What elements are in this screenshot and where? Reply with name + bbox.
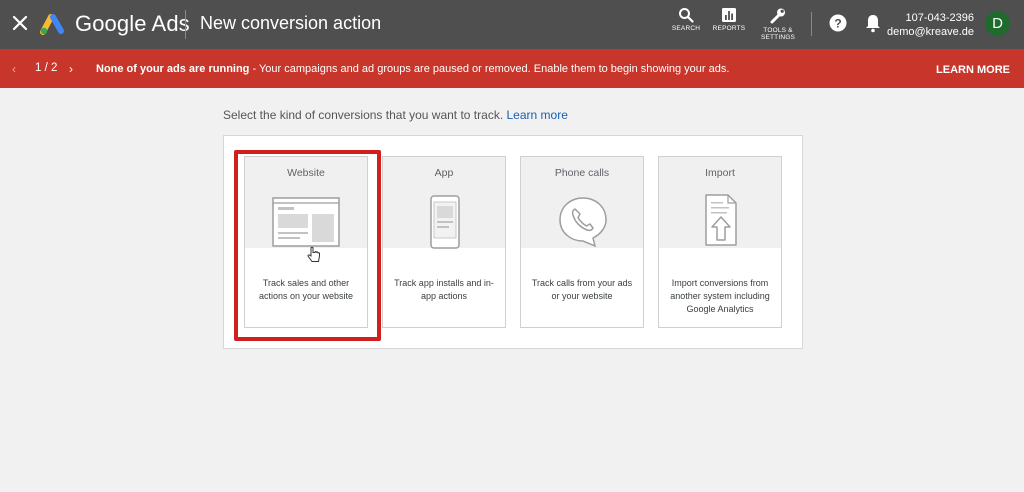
- wrench-icon: [770, 8, 785, 24]
- top-app-bar: Google Ads New conversion action SEARCH …: [0, 0, 1024, 49]
- selected-card-highlight: [234, 150, 381, 341]
- app-card[interactable]: App Track app installs and in-app action…: [382, 156, 506, 328]
- import-icon: [705, 194, 737, 246]
- search-tool-label: SEARCH: [671, 25, 701, 32]
- card-description: Track app installs and in-app actions: [394, 278, 494, 301]
- tools-settings-label-line2: SETTINGS: [760, 34, 796, 41]
- learn-more-link[interactable]: Learn more: [507, 108, 568, 122]
- search-tool-button[interactable]: SEARCH: [664, 7, 708, 32]
- tools-settings-label-line1: TOOLS &: [763, 27, 793, 34]
- divider: [811, 12, 812, 36]
- reports-tool-label: REPORTS: [712, 25, 746, 32]
- notice-pager: 1 / 2: [35, 62, 58, 74]
- account-id: 107-043-2396: [905, 12, 974, 24]
- svg-text:?: ?: [834, 17, 841, 31]
- reports-icon: [722, 8, 736, 22]
- phone-calls-card[interactable]: Phone calls Track calls from your ads or…: [520, 156, 644, 328]
- notifications-bell-icon[interactable]: [864, 13, 882, 33]
- next-notice-chevron-icon[interactable]: ›: [69, 62, 73, 76]
- notice-message-bold: None of your ads are running: [96, 63, 250, 75]
- phone-call-icon: [559, 197, 607, 248]
- tools-settings-button[interactable]: TOOLS & SETTINGS: [756, 7, 800, 41]
- card-title: Phone calls: [554, 167, 610, 179]
- close-icon[interactable]: [10, 13, 30, 33]
- learn-more-button[interactable]: LEARN MORE: [936, 64, 1010, 76]
- card-description: Track calls from your ads or your websit…: [531, 278, 633, 301]
- account-email: demo@kreave.de: [887, 26, 974, 38]
- card-description: Import conversions from another system i…: [670, 278, 770, 314]
- notification-banner: ‹ 1 / 2 › None of your ads are running -…: [0, 49, 1024, 88]
- brand-name: Google Ads: [75, 11, 190, 36]
- card-title: Import: [705, 167, 735, 179]
- instruction-text: Select the kind of conversions that you …: [223, 108, 568, 122]
- help-icon[interactable]: ?: [829, 14, 847, 32]
- notice-message-rest: - Your campaigns and ad groups are pause…: [249, 63, 730, 75]
- notice-message: None of your ads are running - Your camp…: [96, 63, 729, 75]
- account-info[interactable]: 107-043-2396 demo@kreave.de: [887, 11, 974, 39]
- instruction-label: Select the kind of conversions that you …: [223, 108, 504, 122]
- import-card[interactable]: Import Import conversions from another s…: [658, 156, 782, 328]
- reports-tool-button[interactable]: REPORTS: [707, 7, 751, 32]
- avatar[interactable]: D: [985, 11, 1010, 36]
- previous-notice-chevron-icon[interactable]: ‹: [12, 62, 16, 76]
- phone-app-icon: [430, 195, 460, 249]
- divider: [185, 10, 186, 39]
- search-icon: [679, 8, 694, 23]
- page-title: New conversion action: [200, 13, 382, 33]
- card-title: App: [434, 167, 454, 179]
- google-ads-logo-icon: [40, 14, 64, 35]
